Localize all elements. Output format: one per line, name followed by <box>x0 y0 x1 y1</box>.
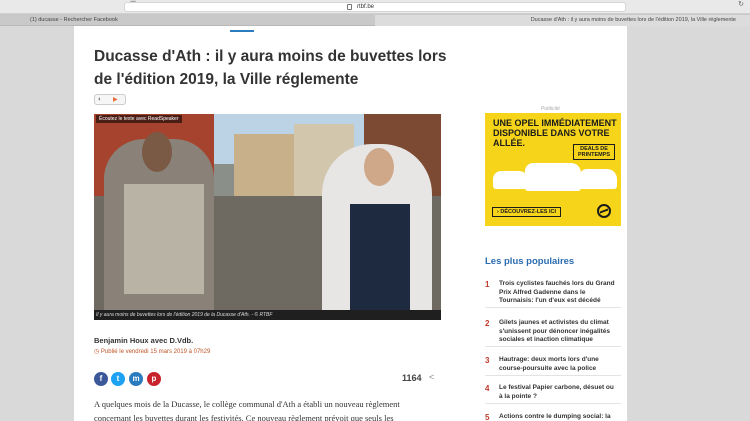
share-count: 1164 <box>402 373 422 383</box>
twitter-icon: t <box>116 374 120 383</box>
share-messenger-button[interactable]: m <box>129 372 143 386</box>
photo-caption: Il y aura moins de buvettes lors de l'éd… <box>96 312 273 318</box>
facebook-icon: f <box>99 374 103 383</box>
readspeaker-label[interactable]: Écoutez le texte avec ReadSpeaker <box>96 115 182 123</box>
popular-link[interactable]: Hautrage: deux morts lors d'une course-p… <box>499 356 617 373</box>
popular-link[interactable]: Gilets jaunes et activistes du climat s'… <box>499 319 617 345</box>
article-author: Benjamin Houx avec D.Vdb. <box>94 336 194 345</box>
photo-caption-bar: Il y aura moins de buvettes lors de l'éd… <box>94 310 441 320</box>
ad-label: Publicité <box>541 106 560 112</box>
popular-item[interactable]: 1 Trois cyclistes fauchés lors du Grand … <box>485 280 621 308</box>
pinterest-icon: p <box>151 374 157 383</box>
share-facebook-button[interactable]: f <box>94 372 108 386</box>
share-icon[interactable]: < <box>429 372 434 382</box>
messenger-icon: m <box>132 374 140 383</box>
share-pinterest-button[interactable]: p <box>147 372 161 386</box>
address-bar[interactable]: rtbf.be <box>124 2 626 12</box>
tab-facebook[interactable]: (1) ducasse - Rechercher Facebook <box>0 15 375 26</box>
car-image <box>493 171 529 189</box>
publish-date-text: Publié le vendredi 15 mars 2019 à 07h29 <box>100 349 211 355</box>
popular-link[interactable]: Actions contre le dumping social: la <box>499 413 617 421</box>
popular-item[interactable]: 5 Actions contre le dumping social: la <box>485 413 621 421</box>
tab-article[interactable]: Ducasse d'Ath : il y aura moins de buvet… <box>375 15 750 26</box>
publish-date: ◷ Publié le vendredi 15 mars 2019 à 07h2… <box>94 348 210 355</box>
popular-rank: 1 <box>485 280 490 289</box>
opel-logo-icon <box>597 204 611 218</box>
popular-link[interactable]: Trois cyclistes fauchés lors du Grand Pr… <box>499 280 617 306</box>
readspeaker-button[interactable]: ◐ ▶ <box>94 94 126 105</box>
clock-icon: ◷ <box>94 349 101 355</box>
share-twitter-button[interactable]: t <box>111 372 125 386</box>
popular-link[interactable]: Le festival Papier carbone, désuet ou à … <box>499 384 617 401</box>
popular-heading: Les plus populaires <box>485 256 575 267</box>
browser-toolbar: ☰ rtbf.be ↻ <box>0 0 750 14</box>
speaker-icon: ◐ <box>98 96 103 103</box>
popular-item[interactable]: 3 Hautrage: deux morts lors d'une course… <box>485 356 621 376</box>
ad-deals-badge: DEALS DE PRINTEMPS <box>573 144 615 160</box>
popular-rank: 2 <box>485 319 490 328</box>
ad-cta-button[interactable]: › DÉCOUVREZ-LES ICI <box>492 207 561 217</box>
popular-rank: 5 <box>485 413 490 421</box>
nav-active-indicator <box>230 30 254 32</box>
car-image <box>579 169 617 189</box>
article-photo: Écoutez le texte avec ReadSpeaker <box>94 114 441 310</box>
address-text: rtbf.be <box>357 4 375 10</box>
popular-item[interactable]: 4 Le festival Papier carbone, désuet ou … <box>485 384 621 404</box>
article-page: Ducasse d'Ath : il y aura moins de buvet… <box>74 26 627 421</box>
popular-rank: 3 <box>485 356 490 365</box>
article-body: A quelques mois de la Ducasse, le collèg… <box>94 399 400 421</box>
article-title: Ducasse d'Ath : il y aura moins de buvet… <box>94 48 447 88</box>
popular-rank: 4 <box>485 384 490 393</box>
popular-item[interactable]: 2 Gilets jaunes et activistes du climat … <box>485 319 621 347</box>
opel-ad[interactable]: UNE OPEL IMMÉDIATEMENT DISPONIBLE DANS V… <box>485 113 621 226</box>
lock-icon <box>347 4 352 10</box>
tab-bar: (1) ducasse - Rechercher Facebook Ducass… <box>0 14 750 26</box>
reload-icon[interactable]: ↻ <box>738 0 744 9</box>
car-image <box>525 163 581 191</box>
play-icon: ▶ <box>113 97 118 103</box>
